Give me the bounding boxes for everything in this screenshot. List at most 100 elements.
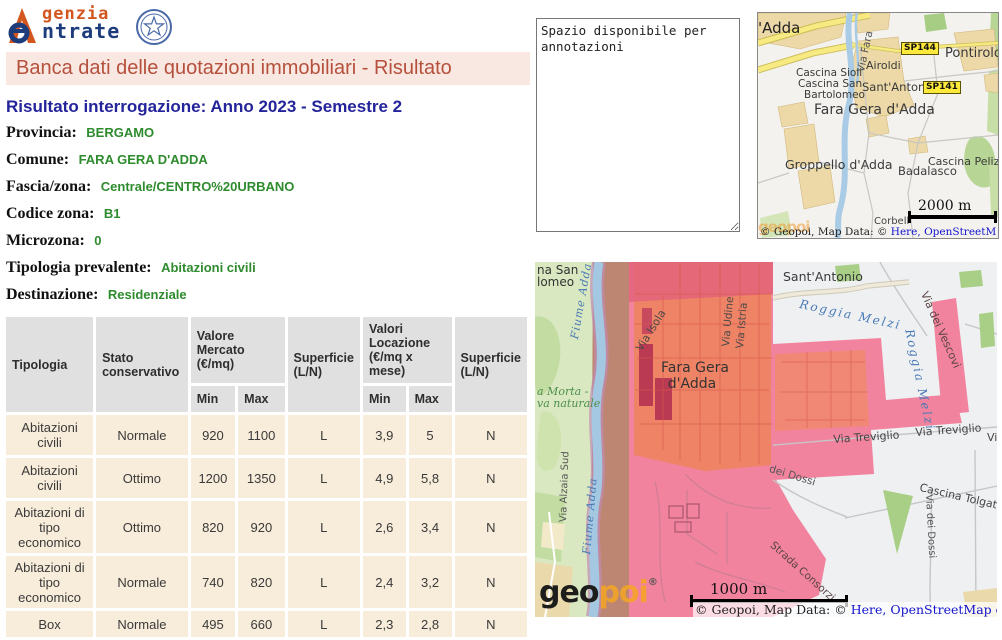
map-label-cascina-peliza: Cascina Peliza — [928, 156, 999, 167]
cell-vl-min: 2,6 — [363, 501, 406, 553]
map-label-groppello: Groppello d'Adda — [785, 159, 893, 172]
field-microzona: Microzona: 0 — [6, 233, 530, 249]
field-codice-zona: Codice zona: B1 — [6, 206, 530, 222]
geopoi-logo-geo: geo — [539, 575, 598, 610]
osm-link[interactable]: OpenStreetMap contributors — [890, 602, 997, 617]
cell-vl-max: 3,2 — [409, 556, 452, 608]
col-header-tipologia: Tipologia — [6, 317, 93, 412]
cell-superficie-2: N — [455, 611, 527, 637]
field-value: Centrale/CENTRO%20URBANO — [101, 179, 295, 194]
col-header-superficie-2: Superficie (L/N) — [455, 317, 527, 412]
map-label-vi-cut: Vi — [987, 432, 997, 443]
logo-line-entrate: ntrate — [42, 21, 120, 41]
zone-map[interactable]: na San lomeo Fiume Adda Fiume Adda a Mor… — [535, 262, 997, 617]
field-value: 0 — [94, 233, 101, 248]
map-label-bartolomeo: Bartolomeo — [804, 90, 865, 101]
field-comune: Comune: FARA GERA D'ADDA — [6, 152, 530, 168]
map-label-fara-gera-dadda: Fara Gera d'Adda — [814, 103, 935, 117]
road-badge-sp141: SP141 — [923, 81, 961, 94]
attribution-text: © Geopoi, Map Data: © — [695, 602, 851, 617]
cell-superficie-2: N — [455, 556, 527, 608]
page-title: Banca dati delle quotazioni immobiliari … — [6, 52, 530, 85]
cell-stato: Ottimo — [96, 501, 188, 553]
page: genzia ntrate Banca dati delle quotazion… — [0, 0, 1002, 640]
field-label: Destinazione: — [6, 286, 98, 303]
map-label-adda: 'Adda — [758, 21, 800, 36]
table-row: Abitazioni di tipo economico Normale 740… — [6, 556, 527, 608]
field-label: Codice zona: — [6, 205, 94, 222]
cell-tipologia: Abitazioni di tipo economico — [6, 501, 93, 553]
col-header-superficie-1: Superficie (L/N) — [288, 317, 360, 412]
cell-vm-max: 1100 — [238, 415, 284, 455]
cell-vm-min: 740 — [191, 556, 235, 608]
col-header-valore-mercato: Valore Mercato (€/mq) — [191, 317, 285, 383]
cell-tipologia: Abitazioni civili — [6, 458, 93, 498]
map-label-fara-gera-1: Fara Gera — [661, 361, 723, 375]
cell-vl-max: 3,4 — [409, 501, 452, 553]
cell-vl-max: 5 — [409, 415, 452, 455]
map-label-fara-gera-2: d'Adda — [661, 377, 723, 391]
cell-superficie-1: L — [288, 415, 360, 455]
cell-vl-min: 2,3 — [363, 611, 406, 637]
cell-vm-min: 495 — [191, 611, 235, 637]
cell-superficie-2: N — [455, 458, 527, 498]
sub-header-min: Min — [363, 386, 406, 412]
geopoi-logo: geopoi® — [539, 578, 657, 608]
cell-vl-min: 4,9 — [363, 458, 406, 498]
table-row: Abitazioni civili Normale 920 1100 L 3,9… — [6, 415, 527, 455]
cell-vl-max: 2,8 — [409, 611, 452, 637]
field-label: Provincia: — [6, 124, 77, 141]
annotations-textarea[interactable]: Spazio disponibile per annotazioni — [536, 18, 740, 232]
road-badge-sp144: SP144 — [901, 42, 939, 55]
overview-map[interactable]: 'Adda Via Fara Airoldi SP144 Pontirolo C… — [757, 12, 999, 239]
cell-vl-max: 5,8 — [409, 458, 452, 498]
map-label-cascina-sioli: Cascina Sioli — [796, 68, 862, 79]
field-value: Abitazioni civili — [161, 260, 256, 275]
cell-vm-max: 1350 — [238, 458, 284, 498]
table-row: Box Normale 495 660 L 2,3 2,8 N — [6, 611, 527, 637]
map-label-airoldi: Airoldi — [866, 60, 901, 71]
field-label: Fascia/zona: — [6, 178, 91, 195]
agenzia-entrate-wordmark: genzia ntrate — [42, 6, 120, 41]
table-row: Abitazioni civili Ottimo 1200 1350 L 4,9… — [6, 458, 527, 498]
result-heading: Risultato interrogazione: Anno 2023 - Se… — [6, 97, 530, 117]
map-label-pontirolo: Pontirolo — [945, 47, 999, 60]
cell-superficie-1: L — [288, 611, 360, 637]
col-header-valori-locazione: Valori Locazione (€/mq x mese) — [363, 317, 452, 383]
cell-stato: Normale — [96, 415, 188, 455]
here-link[interactable]: Here, — [851, 602, 887, 617]
result-fields: Provincia: BERGAMO Comune: FARA GERA D'A… — [6, 125, 530, 303]
cell-superficie-2: N — [455, 415, 527, 455]
cell-superficie-1: L — [288, 501, 360, 553]
field-value: FARA GERA D'ADDA — [79, 152, 208, 167]
field-value: Residenziale — [108, 287, 187, 302]
quotazioni-table: Tipologia Stato conservativo Valore Merc… — [3, 314, 530, 640]
cell-vm-min: 820 — [191, 501, 235, 553]
sub-header-max: Max — [409, 386, 452, 412]
map-label-sant-antonio: Sant'Antonio — [783, 271, 863, 284]
map-label-via-dei-dossi: Via dei Dossi — [923, 494, 936, 559]
results-panel: genzia ntrate Banca dati delle quotazion… — [6, 6, 530, 640]
cell-vm-min: 920 — [191, 415, 235, 455]
map-label-cascina-cut-2: lomeo — [537, 276, 574, 288]
field-label: Microzona: — [6, 232, 85, 249]
map-label-morta-1: a Morta - — [537, 386, 588, 397]
here-link[interactable]: Here, — [891, 226, 921, 238]
cell-vm-max: 920 — [238, 501, 284, 553]
field-label: Tipologia prevalente: — [6, 259, 152, 276]
map-label-cascina-san: Cascina San — [798, 79, 862, 90]
field-provincia: Provincia: BERGAMO — [6, 125, 530, 141]
osm-link[interactable]: OpenStreetMap contributors — [924, 226, 996, 238]
field-label: Comune: — [6, 151, 69, 168]
agenzia-entrate-logo: genzia ntrate — [6, 6, 530, 48]
cell-superficie-1: L — [288, 556, 360, 608]
field-destinazione: Destinazione: Residenziale — [6, 287, 530, 303]
map-label-morta-2: va naturale — [537, 398, 600, 409]
cell-superficie-1: L — [288, 458, 360, 498]
attribution-text: © Geopoi, Map Data: © — [760, 226, 891, 238]
scale-bar — [908, 211, 997, 223]
cell-vl-min: 2,4 — [363, 556, 406, 608]
cell-stato: Ottimo — [96, 458, 188, 498]
agenzia-entrate-mark-icon — [6, 6, 40, 46]
field-value: BERGAMO — [86, 125, 154, 140]
